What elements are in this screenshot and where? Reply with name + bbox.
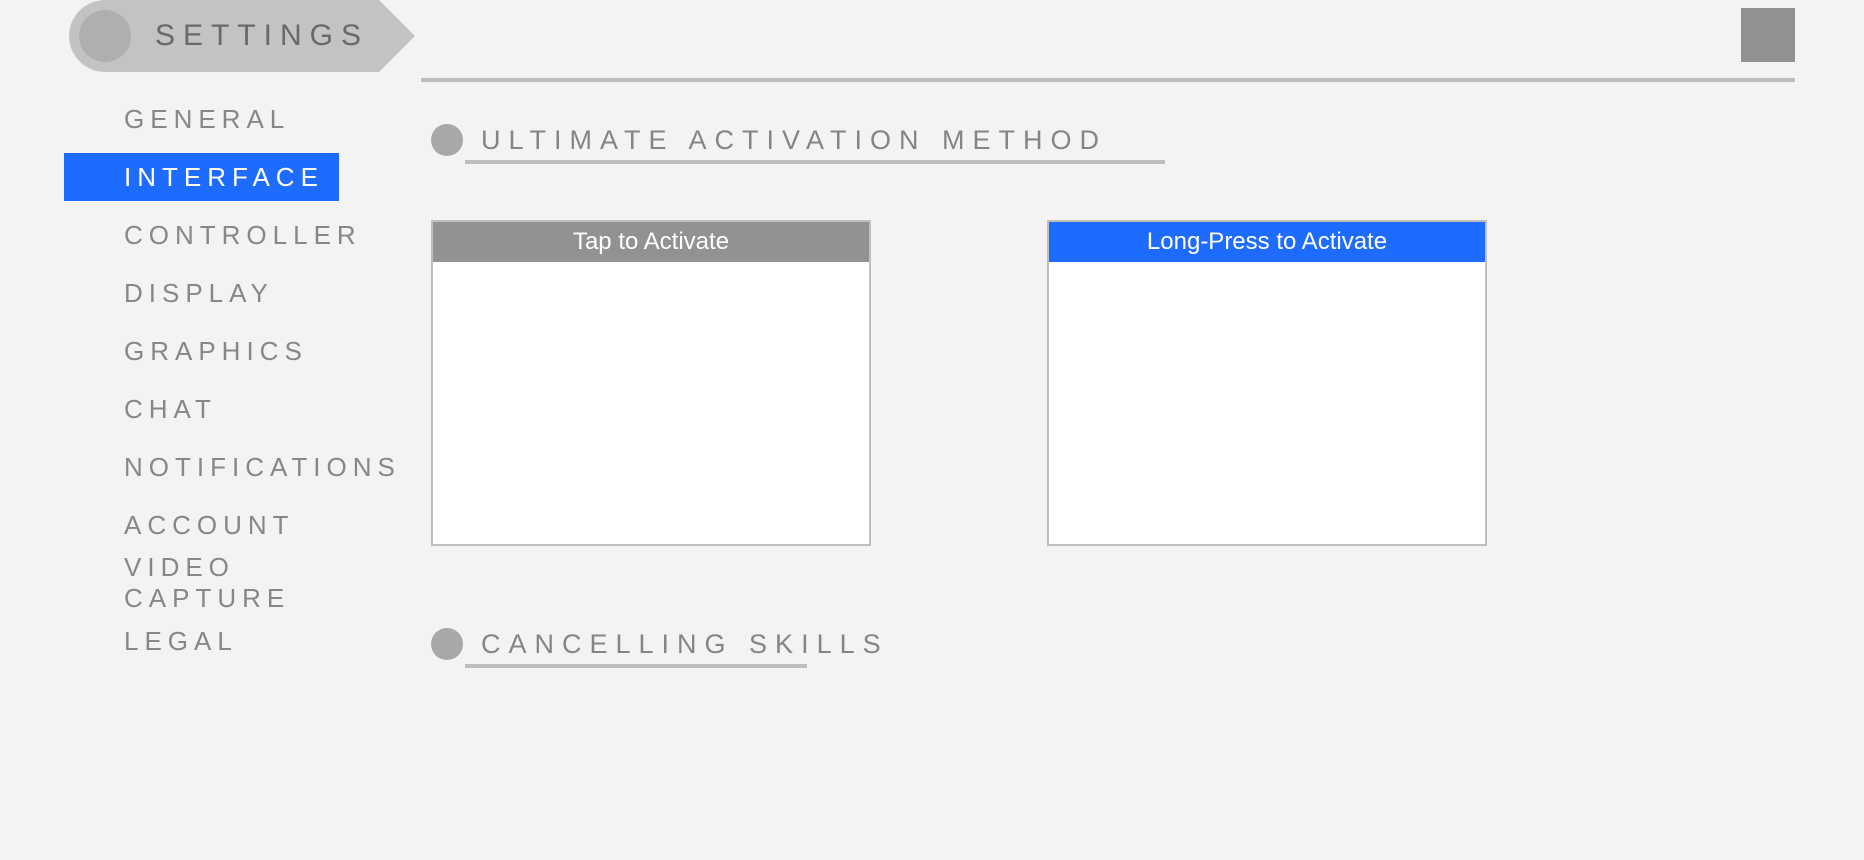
sidebar-item-chat[interactable]: CHAT [64,385,339,433]
close-button[interactable] [1741,8,1795,62]
sidebar-item-controller[interactable]: CONTROLLER [64,211,339,259]
sidebar-item-label: NOTIFICATIONS [124,452,401,483]
sidebar-item-graphics[interactable]: GRAPHICS [64,327,339,375]
sidebar-item-label: INTERFACE [124,162,324,193]
option-preview [1049,262,1485,544]
sidebar-item-label: VIDEO CAPTURE [124,552,339,614]
sidebar-item-general[interactable]: GENERAL [64,95,339,143]
sidebar-item-account[interactable]: ACCOUNT [64,501,339,549]
sidebar-item-video-capture[interactable]: VIDEO CAPTURE [64,559,339,607]
sidebar-item-label: GENERAL [124,104,290,135]
section-header-cancelling: CANCELLING SKILLS [431,624,1804,664]
header-ornament-dot [79,10,131,62]
option-tap-to-activate[interactable]: Tap to Activate [431,220,871,546]
main-content: ULTIMATE ACTIVATION METHOD Tap to Activa… [431,120,1804,724]
page-title: SETTINGS [155,19,369,53]
sidebar-item-label: LEGAL [124,626,238,657]
section-underline [465,160,1165,164]
option-long-press-to-activate[interactable]: Long-Press to Activate [1047,220,1487,546]
sidebar-item-legal[interactable]: LEGAL [64,617,339,665]
section-bullet-icon [431,124,463,156]
sidebar-item-interface[interactable]: INTERFACE [64,153,339,201]
section-underline [465,664,807,668]
sidebar-item-label: DISPLAY [124,278,274,309]
sidebar-item-label: GRAPHICS [124,336,308,367]
option-label: Long-Press to Activate [1147,228,1387,256]
section-bullet-icon [431,628,463,660]
option-preview [433,262,869,544]
option-header: Tap to Activate [433,222,869,262]
settings-sidebar: GENERAL INTERFACE CONTROLLER DISPLAY GRA… [64,95,339,675]
option-header: Long-Press to Activate [1049,222,1485,262]
section-title: ULTIMATE ACTIVATION METHOD [481,125,1107,156]
sidebar-item-label: CHAT [124,394,217,425]
option-label: Tap to Activate [573,228,729,256]
sidebar-item-label: ACCOUNT [124,510,295,541]
sidebar-item-notifications[interactable]: NOTIFICATIONS [64,443,339,491]
header-divider [421,78,1795,82]
sidebar-item-display[interactable]: DISPLAY [64,269,339,317]
sidebar-item-label: CONTROLLER [124,220,362,251]
section-title: CANCELLING SKILLS [481,629,889,660]
section-header-ultimate: ULTIMATE ACTIVATION METHOD [431,120,1804,160]
ultimate-options-row: Tap to Activate Long-Press to Activate [431,220,1804,546]
